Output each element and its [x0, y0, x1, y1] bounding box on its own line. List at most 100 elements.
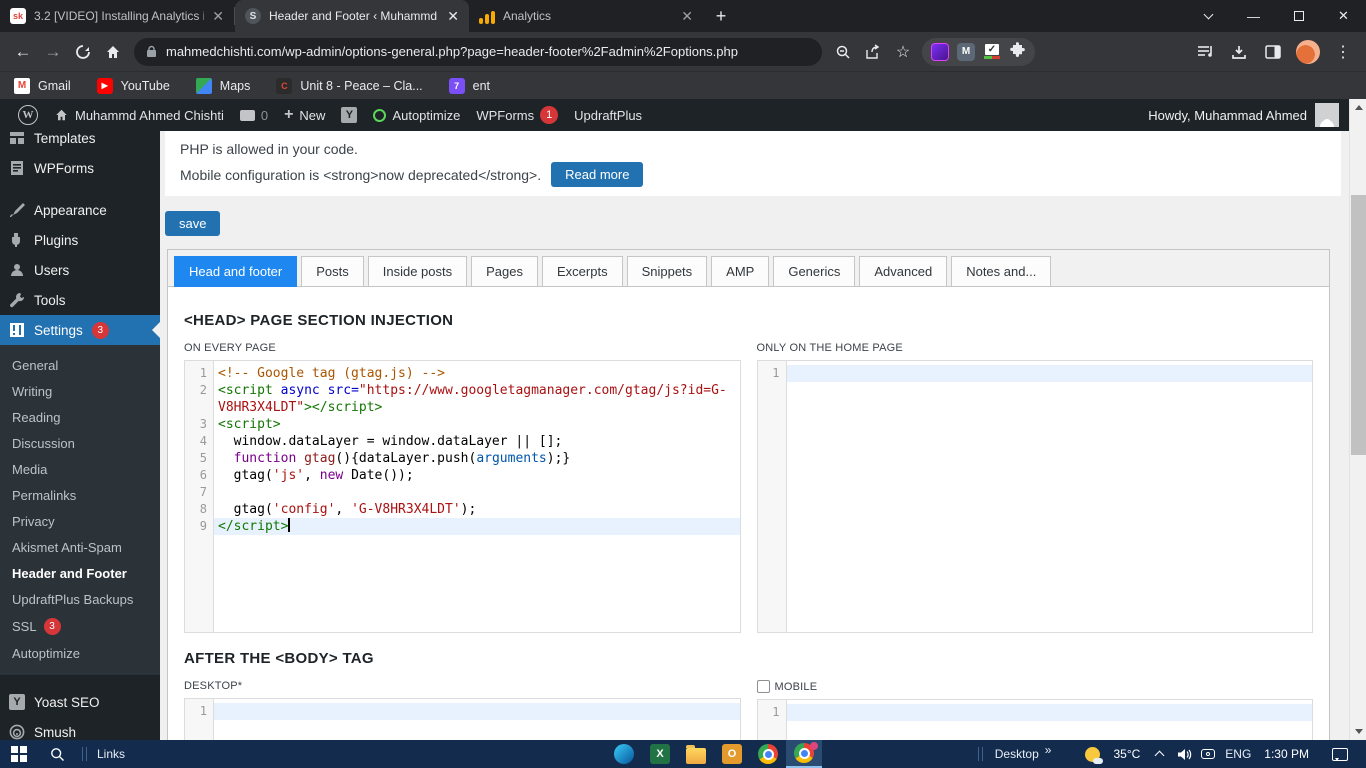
plugin-tab-generics[interactable]: Generics — [773, 256, 856, 287]
scrollbar-up-arrow[interactable] — [1350, 99, 1366, 116]
browser-menu-icon[interactable]: ⋮ — [1328, 37, 1358, 67]
scrollbar-thumb[interactable] — [1351, 195, 1366, 455]
sidebar-item-smush[interactable]: Smush — [0, 717, 160, 740]
home-button[interactable] — [98, 37, 128, 67]
downloads-icon[interactable] — [1224, 37, 1254, 67]
new-tab-button[interactable]: + — [707, 2, 735, 30]
reading-list-icon[interactable] — [1190, 37, 1220, 67]
sidebar-item-templates[interactable]: Templates — [0, 131, 160, 153]
tab-close-icon[interactable]: ✕ — [447, 9, 459, 23]
extension-m-icon[interactable]: M — [957, 42, 975, 61]
taskbar-chrome-active-icon[interactable] — [786, 740, 822, 768]
code-line[interactable]: </script> — [214, 518, 740, 535]
read-more-button[interactable]: Read more — [551, 162, 644, 187]
editor-code-area[interactable] — [214, 699, 740, 740]
editor-code-area[interactable] — [786, 700, 1312, 740]
sidebar-item-users[interactable]: Users — [0, 255, 160, 285]
plugin-tab-notes-and[interactable]: Notes and... — [951, 256, 1052, 287]
code-line[interactable]: <script async src="https://www.googletag… — [214, 382, 740, 399]
code-editor-mobile[interactable]: 1 — [756, 699, 1313, 740]
bookmark-youtube[interactable]: ▶ YouTube — [96, 77, 170, 94]
sidebar-item-yoast-seo[interactable]: Y Yoast SEO — [0, 687, 160, 717]
language-indicator[interactable]: ENG — [1221, 747, 1255, 761]
editor-code-area[interactable] — [786, 361, 1312, 632]
clock[interactable]: 1:30 PM — [1257, 747, 1316, 761]
hidden-icons-chevron[interactable] — [1154, 750, 1165, 761]
taskbar-file-explorer-icon[interactable] — [678, 740, 714, 768]
zoom-indicator-icon[interactable] — [828, 37, 858, 67]
settings-submenu-discussion[interactable]: Discussion — [0, 430, 160, 456]
sidebar-item-wpforms[interactable]: WPForms — [0, 153, 160, 183]
plugin-tab-posts[interactable]: Posts — [301, 256, 364, 287]
code-line[interactable]: V8HR3X4LDT"></script> — [214, 399, 740, 416]
settings-submenu-permalinks[interactable]: Permalinks — [0, 482, 160, 508]
settings-submenu-media[interactable]: Media — [0, 456, 160, 482]
code-line[interactable]: gtag('js', new Date()); — [214, 467, 740, 484]
plugin-tab-amp[interactable]: AMP — [711, 256, 770, 287]
weather-icon[interactable] — [1085, 746, 1104, 764]
forward-button[interactable]: → — [38, 37, 68, 67]
settings-submenu-updraftplus-backups[interactable]: UpdraftPlus Backups — [0, 586, 160, 612]
code-line[interactable]: window.dataLayer = window.dataLayer || [… — [214, 433, 740, 450]
taskbar-search-icon[interactable] — [38, 740, 76, 768]
plugin-tab-inside-posts[interactable]: Inside posts — [367, 256, 468, 287]
address-bar[interactable]: mahmedchishti.com/wp-admin/options-gener… — [134, 37, 822, 66]
extension-checker-icon[interactable]: ✓ — [983, 43, 1001, 61]
sidebar-item-settings[interactable]: Settings 3 — [0, 315, 160, 345]
settings-submenu-autoptimize[interactable]: Autoptimize — [0, 640, 160, 666]
tab-close-icon[interactable]: ✕ — [212, 9, 224, 23]
plugin-tab-advanced[interactable]: Advanced — [859, 256, 948, 287]
save-button[interactable]: save — [165, 211, 221, 236]
code-line[interactable]: <!-- Google tag (gtag.js) --> — [214, 365, 740, 382]
bookmark-unit8[interactable]: C Unit 8 - Peace – Cla... — [276, 77, 423, 94]
links-toolbar-label[interactable]: Links — [93, 747, 129, 761]
settings-submenu-writing[interactable]: Writing — [0, 378, 160, 404]
settings-submenu-header-and-footer[interactable]: Header and Footer — [0, 560, 160, 586]
meet-now-icon[interactable] — [1197, 740, 1219, 768]
autoptimize-menu[interactable]: Autoptimize — [365, 99, 468, 131]
settings-submenu-akismet-anti-spam[interactable]: Akismet Anti-Spam — [0, 534, 160, 560]
new-content-menu[interactable]: + New — [276, 99, 333, 131]
updraftplus-menu[interactable]: UpdraftPlus — [566, 99, 650, 131]
plugin-tab-snippets[interactable]: Snippets — [626, 256, 708, 287]
side-panel-icon[interactable] — [1258, 37, 1288, 67]
reload-button[interactable] — [68, 37, 98, 67]
sidebar-item-tools[interactable]: Tools — [0, 285, 160, 315]
bookmark-ent[interactable]: 7 ent — [448, 77, 490, 94]
start-button[interactable] — [0, 740, 38, 768]
wpforms-menu[interactable]: WPForms 1 — [468, 99, 566, 131]
action-center-icon[interactable] — [1332, 747, 1348, 761]
taskbar-outlook-icon[interactable]: O — [714, 740, 750, 768]
bookmark-maps[interactable]: Maps — [195, 77, 250, 94]
extension-purple-icon[interactable] — [931, 42, 949, 61]
account-menu[interactable]: Howdy, Muhammad Ahmed — [1148, 103, 1339, 127]
plugin-tab-excerpts[interactable]: Excerpts — [542, 256, 623, 287]
temperature-text[interactable]: 35°C — [1107, 747, 1146, 761]
settings-submenu-privacy[interactable]: Privacy — [0, 508, 160, 534]
taskbar-edge-icon[interactable] — [606, 740, 642, 768]
code-line[interactable]: function gtag(){dataLayer.push(arguments… — [214, 450, 740, 467]
code-line[interactable] — [214, 484, 740, 501]
taskbar-chrome-icon[interactable] — [750, 740, 786, 768]
volume-icon[interactable] — [1173, 740, 1195, 768]
back-button[interactable]: ← — [8, 37, 38, 67]
window-minimize-button[interactable]: — — [1231, 0, 1276, 32]
yoast-menu[interactable]: Y — [333, 99, 365, 131]
settings-submenu-ssl[interactable]: SSL 3 — [0, 612, 160, 640]
share-icon[interactable] — [858, 37, 888, 67]
desktop-expand-chevrons[interactable]: » — [1045, 743, 1052, 757]
sidebar-item-plugins[interactable]: Plugins — [0, 225, 160, 255]
plugin-tab-pages[interactable]: Pages — [471, 256, 538, 287]
sidebar-item-appearance[interactable]: Appearance — [0, 195, 160, 225]
tab-search-chevron-icon[interactable] — [1186, 0, 1231, 32]
settings-submenu-general[interactable]: General — [0, 352, 160, 378]
code-line[interactable]: gtag('config', 'G-V8HR3X4LDT'); — [214, 501, 740, 518]
site-name-menu[interactable]: Muhammd Ahmed Chishti — [46, 99, 232, 131]
tab-close-icon[interactable]: ✕ — [681, 9, 693, 23]
desktop-toolbar-label[interactable]: Desktop — [991, 747, 1043, 761]
bookmark-star-icon[interactable]: ☆ — [888, 37, 918, 67]
scrollbar-down-arrow[interactable] — [1350, 723, 1366, 740]
browser-tab-1[interactable]: sk 3.2 [VIDEO] Installing Analytics in ✕ — [0, 0, 234, 32]
wp-logo-menu[interactable]: W — [10, 99, 46, 131]
extensions-puzzle-icon[interactable] — [1009, 41, 1026, 63]
